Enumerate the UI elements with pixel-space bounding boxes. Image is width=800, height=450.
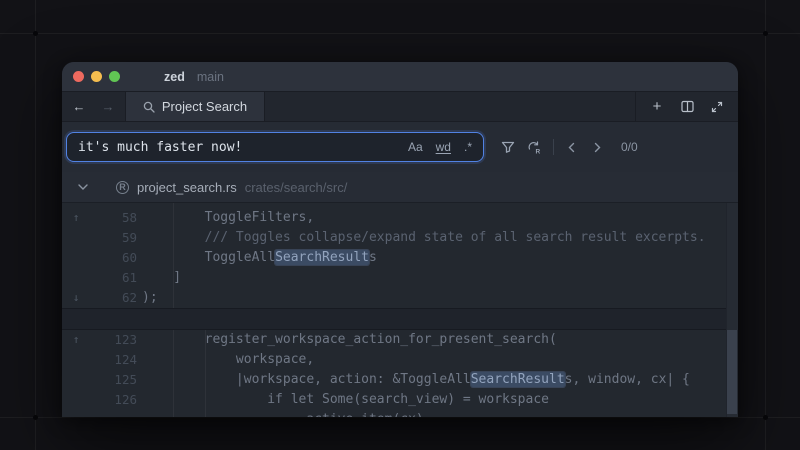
code-text[interactable]: ] <box>142 268 181 288</box>
search-toolbar: it's much faster now! Aa wd .* R <box>62 122 738 172</box>
code-line-58: ↑58 ToggleFilters, <box>62 208 738 228</box>
code-line-partial: .active_item(cx) <box>62 410 738 417</box>
editor-scrollbar[interactable] <box>726 203 738 417</box>
next-match-button[interactable] <box>589 139 605 155</box>
code-segment: .active_item(cx) <box>142 412 424 417</box>
title-bar[interactable]: zed main <box>62 62 738 92</box>
grid-dot <box>33 31 38 36</box>
code-text[interactable]: workspace, <box>142 350 314 370</box>
code-segment: workspace, <box>142 352 314 367</box>
file-name: project_search.rs <box>137 180 237 195</box>
svg-text:R: R <box>536 148 541 155</box>
history-navigation: ← → <box>62 92 125 121</box>
project-title[interactable]: zed <box>164 70 185 84</box>
whole-word-toggle[interactable]: wd <box>436 140 451 154</box>
previous-match-button[interactable] <box>563 139 579 155</box>
grid-dot <box>763 415 768 420</box>
tab-project-search[interactable]: Project Search <box>125 92 265 121</box>
match-count: 0/0 <box>621 140 638 154</box>
regex-toggle[interactable]: .* <box>464 140 472 154</box>
chevron-down-icon[interactable] <box>78 184 90 190</box>
match-navigation: 0/0 <box>563 139 638 155</box>
line-number: 126 <box>80 390 137 410</box>
grid-line-horizontal-bottom <box>0 417 800 418</box>
code-line-62: ↓62); <box>62 288 738 308</box>
case-sensitive-toggle[interactable]: Aa <box>408 140 423 154</box>
expand-icon[interactable] <box>706 96 728 118</box>
git-branch[interactable]: main <box>197 70 224 84</box>
grid-line-vertical-left <box>35 0 36 450</box>
code-line-123: ↑123 register_workspace_action_for_prese… <box>62 330 738 350</box>
code-line-124: 124 workspace, <box>62 350 738 370</box>
tab-bar: ← → Project Search + <box>62 92 738 122</box>
pane-controls: + <box>635 92 738 121</box>
funnel-icon[interactable] <box>498 137 518 157</box>
close-button[interactable] <box>73 71 84 82</box>
excerpt-block: ↑58 ToggleFilters,59 /// Toggles collaps… <box>62 203 738 308</box>
grid-line-vertical-right <box>765 0 766 450</box>
line-number: 59 <box>80 228 137 248</box>
search-icon <box>143 101 155 113</box>
scrollbar-thumb[interactable] <box>727 330 737 414</box>
search-results-editor: R project_search.rs crates/search/src/ ↑… <box>62 172 738 417</box>
line-number: 60 <box>80 248 137 268</box>
code-segment: s, window, cx| { <box>565 372 690 387</box>
line-number: 61 <box>80 268 137 288</box>
split-pane-icon[interactable] <box>676 96 698 118</box>
code-segment: s <box>369 250 377 265</box>
code-text[interactable]: ToggleAllSearchResults <box>142 248 377 268</box>
traffic-lights <box>73 71 120 82</box>
code-segment: ToggleFilters, <box>142 210 314 225</box>
code-text[interactable]: ToggleFilters, <box>142 208 314 228</box>
code-segment: ); <box>142 290 158 305</box>
code-comment: /// Toggles collapse/expand state of all… <box>142 230 706 245</box>
minimize-button[interactable] <box>91 71 102 82</box>
search-match-highlight: SearchResult <box>471 372 565 387</box>
tab-bar-spacer <box>265 92 635 121</box>
search-match-highlight: SearchResult <box>275 250 369 265</box>
code-segment: if let Some(search_view) = workspace <box>142 392 549 407</box>
code-text[interactable]: if let Some(search_view) = workspace <box>142 390 549 410</box>
line-number: 123 <box>80 330 137 350</box>
file-result-header[interactable]: R project_search.rs crates/search/src/ <box>62 172 738 203</box>
search-query-text[interactable]: it's much faster now! <box>78 140 408 155</box>
search-option-toggles: Aa wd .* <box>408 140 472 154</box>
grid-dot <box>33 415 38 420</box>
excerpt-block: ↑123 register_workspace_action_for_prese… <box>62 330 738 417</box>
line-number: 125 <box>80 370 137 390</box>
zed-window: zed main ← → Project Search + it's mu <box>62 62 738 417</box>
rust-file-icon: R <box>116 181 129 194</box>
code-text[interactable]: register_workspace_action_for_present_se… <box>142 330 557 350</box>
code-text[interactable]: |workspace, action: &ToggleAllSearchResu… <box>142 370 690 390</box>
zoom-button[interactable] <box>109 71 120 82</box>
code-segment: register_workspace_action_for_present_se… <box>142 332 557 347</box>
code-text[interactable]: .active_item(cx) <box>142 410 424 417</box>
search-actions: R 0/0 <box>498 137 638 157</box>
code-segment: ] <box>142 270 181 285</box>
line-number: 58 <box>80 208 137 228</box>
excerpt-divider <box>62 308 738 330</box>
tab-label: Project Search <box>162 99 247 114</box>
file-path: crates/search/src/ <box>245 180 348 195</box>
new-tab-button[interactable]: + <box>646 96 668 118</box>
line-number: 62 <box>80 288 137 308</box>
code-line-60: 60 ToggleAllSearchResults <box>62 248 738 268</box>
code-text[interactable]: /// Toggles collapse/expand state of all… <box>142 228 706 248</box>
excerpt-list: ↑58 ToggleFilters,59 /// Toggles collaps… <box>62 203 738 417</box>
code-line-126: 126 if let Some(search_view) = workspace <box>62 390 738 410</box>
line-number: 124 <box>80 350 137 370</box>
grid-dot <box>763 31 768 36</box>
code-line-125: 125 |workspace, action: &ToggleAllSearch… <box>62 370 738 390</box>
code-line-59: 59 /// Toggles collapse/expand state of … <box>62 228 738 248</box>
forward-button[interactable]: → <box>100 99 116 114</box>
code-line-61: 61 ] <box>62 268 738 288</box>
search-input[interactable]: it's much faster now! Aa wd .* <box>66 132 484 162</box>
replace-icon[interactable]: R <box>524 137 544 157</box>
code-segment: ToggleAll <box>142 250 275 265</box>
code-segment: |workspace, action: &ToggleAll <box>142 372 471 387</box>
toolbar-divider <box>553 139 554 155</box>
back-button[interactable]: ← <box>71 99 87 114</box>
code-text[interactable]: ); <box>142 288 158 308</box>
grid-line-horizontal-top <box>0 33 800 34</box>
